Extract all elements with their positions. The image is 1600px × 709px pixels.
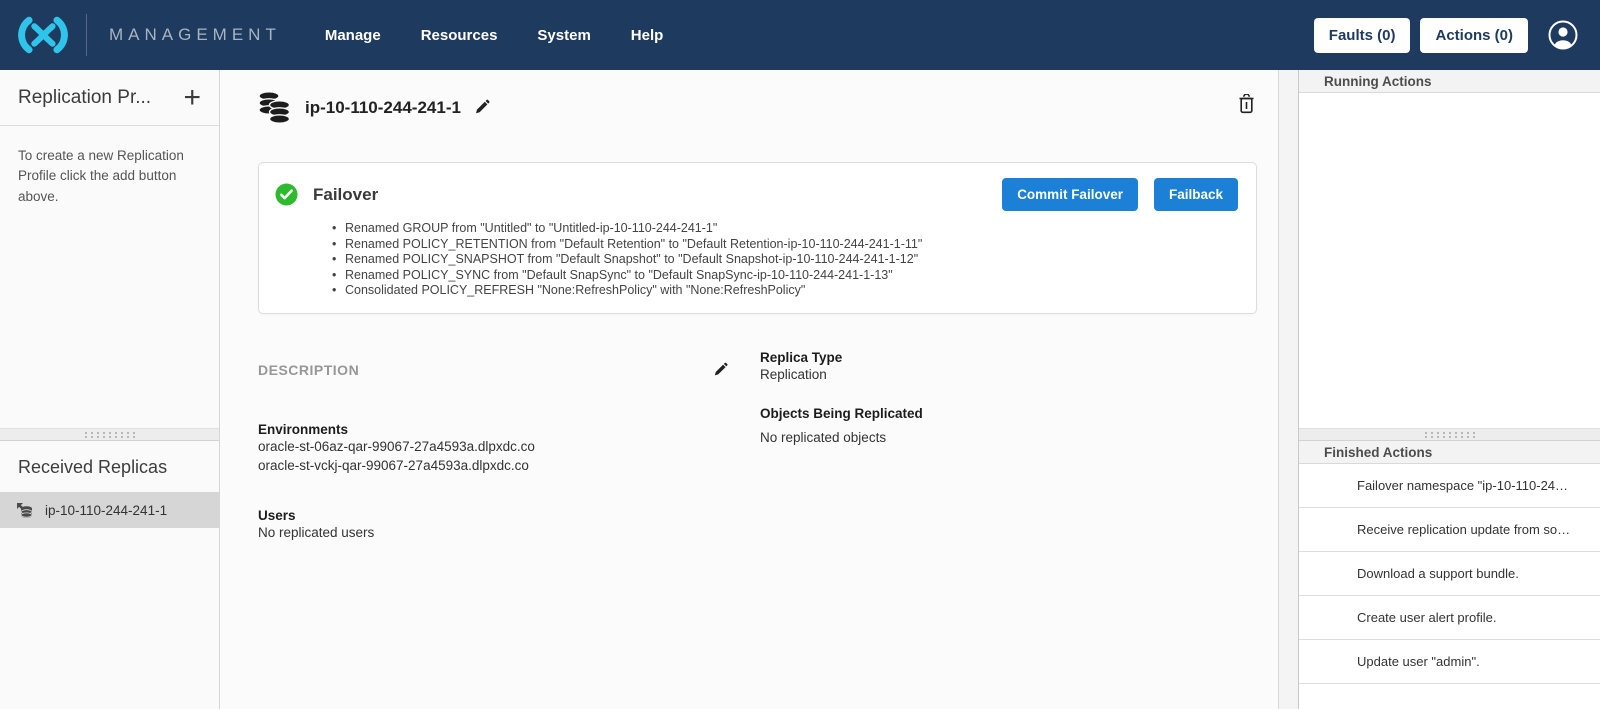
replica-item-label: ip-10-110-244-241-1 [45, 503, 167, 518]
actions-panel: Running Actions Finished Actions Failove… [1298, 70, 1600, 709]
menu-manage[interactable]: Manage [325, 27, 381, 44]
failover-change-item: Renamed GROUP from "Untitled" to "Untitl… [332, 221, 1256, 237]
sidebar-item-replica[interactable]: ip-10-110-244-241-1 [0, 492, 219, 528]
finished-actions-list: Failover namespace "ip-10-110-24… Receiv… [1299, 464, 1600, 684]
environments-label: Environments [258, 422, 728, 437]
running-actions-header: Running Actions [1299, 70, 1600, 93]
users-value: No replicated users [258, 523, 728, 542]
actions-button[interactable]: Actions (0) [1420, 18, 1528, 53]
failover-change-item: Renamed POLICY_RETENTION from "Default R… [332, 237, 1256, 253]
finished-action-item[interactable]: Update user "admin". [1299, 640, 1600, 684]
left-sidebar: Replication Pr... + To create a new Repl… [0, 70, 220, 709]
replication-profiles-section: Replication Pr... + To create a new Repl… [0, 70, 219, 428]
replica-type-label: Replica Type [760, 350, 923, 365]
environments-block: Environments oracle-st-06az-qar-99067-27… [258, 422, 728, 475]
objects-label: Objects Being Replicated [760, 406, 923, 421]
top-navbar: MANAGEMENT Manage Resources System Help … [0, 0, 1600, 70]
navbar-divider [86, 14, 87, 56]
users-block: Users No replicated users [258, 508, 728, 542]
app-title: MANAGEMENT [109, 25, 281, 45]
delphix-logo-icon[interactable] [0, 13, 86, 57]
failover-card: Failover Commit Failover Failback Rename… [258, 162, 1257, 314]
main-menu: Manage Resources System Help [325, 27, 663, 44]
failover-change-item: Renamed POLICY_SYNC from "Default SnapSy… [332, 268, 1256, 284]
description-label: DESCRIPTION [258, 362, 359, 378]
received-replicas-title: Received Replicas [0, 441, 219, 492]
failback-button[interactable]: Failback [1154, 178, 1238, 211]
replication-profiles-title: Replication Pr... [18, 87, 151, 109]
success-check-icon [275, 183, 298, 206]
page-title: ip-10-110-244-241-1 [305, 98, 461, 118]
edit-title-pencil-icon[interactable] [473, 99, 490, 116]
faults-button[interactable]: Faults (0) [1314, 18, 1411, 53]
finished-action-item[interactable]: Create user alert profile. [1299, 596, 1600, 640]
add-profile-button[interactable]: + [183, 87, 201, 109]
replica-type-value: Replication [760, 365, 923, 384]
failover-card-header: Failover Commit Failover Failback [259, 163, 1256, 211]
delphix-logo-icon [10, 13, 76, 57]
users-label: Users [258, 508, 728, 523]
failover-buttons: Commit Failover Failback [1002, 178, 1238, 211]
environment-item: oracle-st-06az-qar-99067-27a4593a.dlpxdc… [258, 437, 728, 456]
actions-panel-splitter[interactable] [1299, 428, 1600, 441]
failover-title: Failover [313, 185, 378, 205]
finished-action-item[interactable]: Failover namespace "ip-10-110-24… [1299, 464, 1600, 508]
description-column: DESCRIPTION Environments oracle-st-06az-… [258, 348, 728, 542]
delete-replica-trash-icon[interactable] [1238, 94, 1255, 114]
sidebar-splitter[interactable] [0, 428, 219, 441]
profiles-hint-text: To create a new Replication Profile clic… [0, 126, 219, 227]
main-content: ip-10-110-244-241-1 Failover Comm [220, 70, 1279, 709]
commit-failover-button[interactable]: Commit Failover [1002, 178, 1138, 211]
failover-change-list: Renamed GROUP from "Untitled" to "Untitl… [332, 221, 1256, 299]
objects-value: No replicated objects [760, 428, 923, 447]
received-replicas-section: Received Replicas ip-10-110-244-241-1 [0, 441, 219, 528]
user-avatar-icon[interactable] [1548, 20, 1578, 50]
description-section: DESCRIPTION Environments oracle-st-06az-… [258, 348, 1257, 542]
navbar-right: Faults (0) Actions (0) [1314, 18, 1600, 53]
namespace-db-icon [258, 90, 291, 125]
finished-actions-header: Finished Actions [1299, 441, 1600, 464]
finished-action-item[interactable]: Receive replication update from so… [1299, 508, 1600, 552]
details-column: Replica Type Replication Objects Being R… [760, 348, 923, 542]
running-actions-list [1299, 93, 1600, 428]
edit-description-pencil-icon[interactable] [712, 362, 728, 378]
menu-system[interactable]: System [537, 27, 590, 44]
finished-action-item[interactable]: Download a support bundle. [1299, 552, 1600, 596]
replication-profiles-header: Replication Pr... + [0, 70, 219, 126]
menu-help[interactable]: Help [631, 27, 664, 44]
replica-type-block: Replica Type Replication [760, 350, 923, 384]
environment-item: oracle-st-vckj-qar-99067-27a4593a.dlpxdc… [258, 456, 728, 475]
splitter-grip-icon [1423, 431, 1477, 438]
failover-change-item: Consolidated POLICY_REFRESH "None:Refres… [332, 283, 1256, 299]
replica-db-icon [16, 502, 33, 519]
replica-header: ip-10-110-244-241-1 [258, 90, 1255, 125]
splitter-grip-icon [83, 431, 137, 438]
objects-block: Objects Being Replicated No replicated o… [760, 406, 923, 447]
failover-change-item: Renamed POLICY_SNAPSHOT from "Default Sn… [332, 252, 1256, 268]
menu-resources[interactable]: Resources [421, 27, 498, 44]
